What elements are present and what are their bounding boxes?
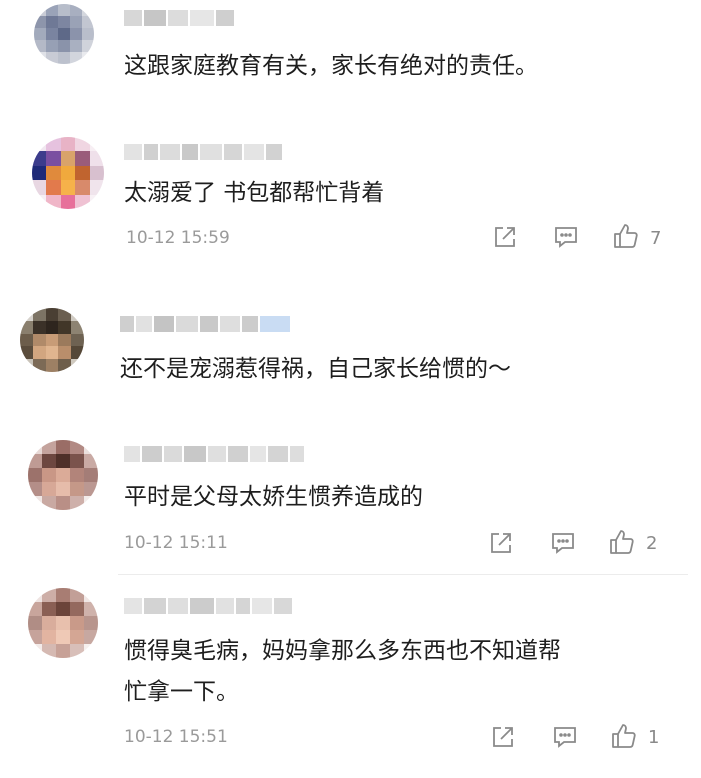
thumbs-up-icon[interactable] (612, 222, 640, 250)
comment-text-line-2: 忙拿一下。 (124, 679, 239, 705)
thumbs-up-icon[interactable] (610, 722, 638, 750)
avatar[interactable] (32, 137, 104, 209)
avatar[interactable] (34, 4, 94, 64)
comment-time: 10-12 15:11 (124, 533, 228, 553)
share-icon[interactable] (490, 724, 516, 750)
reply-icon[interactable] (553, 224, 579, 250)
divider (118, 574, 688, 575)
avatar[interactable] (28, 588, 98, 658)
username-blurred[interactable] (124, 598, 292, 614)
like-count: 7 (650, 228, 662, 249)
like-count: 2 (646, 533, 658, 554)
username-blurred[interactable] (124, 446, 304, 462)
username-blurred[interactable] (124, 144, 282, 160)
comment-time: 10-12 15:59 (126, 228, 230, 248)
comment-text-line-1: 惯得臭毛病，妈妈拿那么多东西也不知道帮 (124, 638, 561, 664)
username-blurred[interactable] (124, 10, 234, 26)
comment-text: 太溺爱了 书包都帮忙背着 (124, 180, 385, 206)
username-blurred[interactable] (120, 316, 290, 332)
avatar[interactable] (28, 440, 98, 510)
reply-icon[interactable] (550, 530, 576, 556)
reply-icon[interactable] (552, 724, 578, 750)
comment-time: 10-12 15:51 (124, 727, 228, 747)
share-icon[interactable] (488, 530, 514, 556)
comment-text: 这跟家庭教育有关，家长有绝对的责任。 (124, 53, 538, 79)
comment-text: 还不是宠溺惹得祸，自己家长给惯的～ (120, 356, 511, 382)
avatar[interactable] (20, 308, 84, 372)
like-count: 1 (648, 727, 660, 748)
comment-text: 平时是父母太娇生惯养造成的 (124, 484, 423, 510)
thumbs-up-icon[interactable] (608, 528, 636, 556)
share-icon[interactable] (492, 224, 518, 250)
